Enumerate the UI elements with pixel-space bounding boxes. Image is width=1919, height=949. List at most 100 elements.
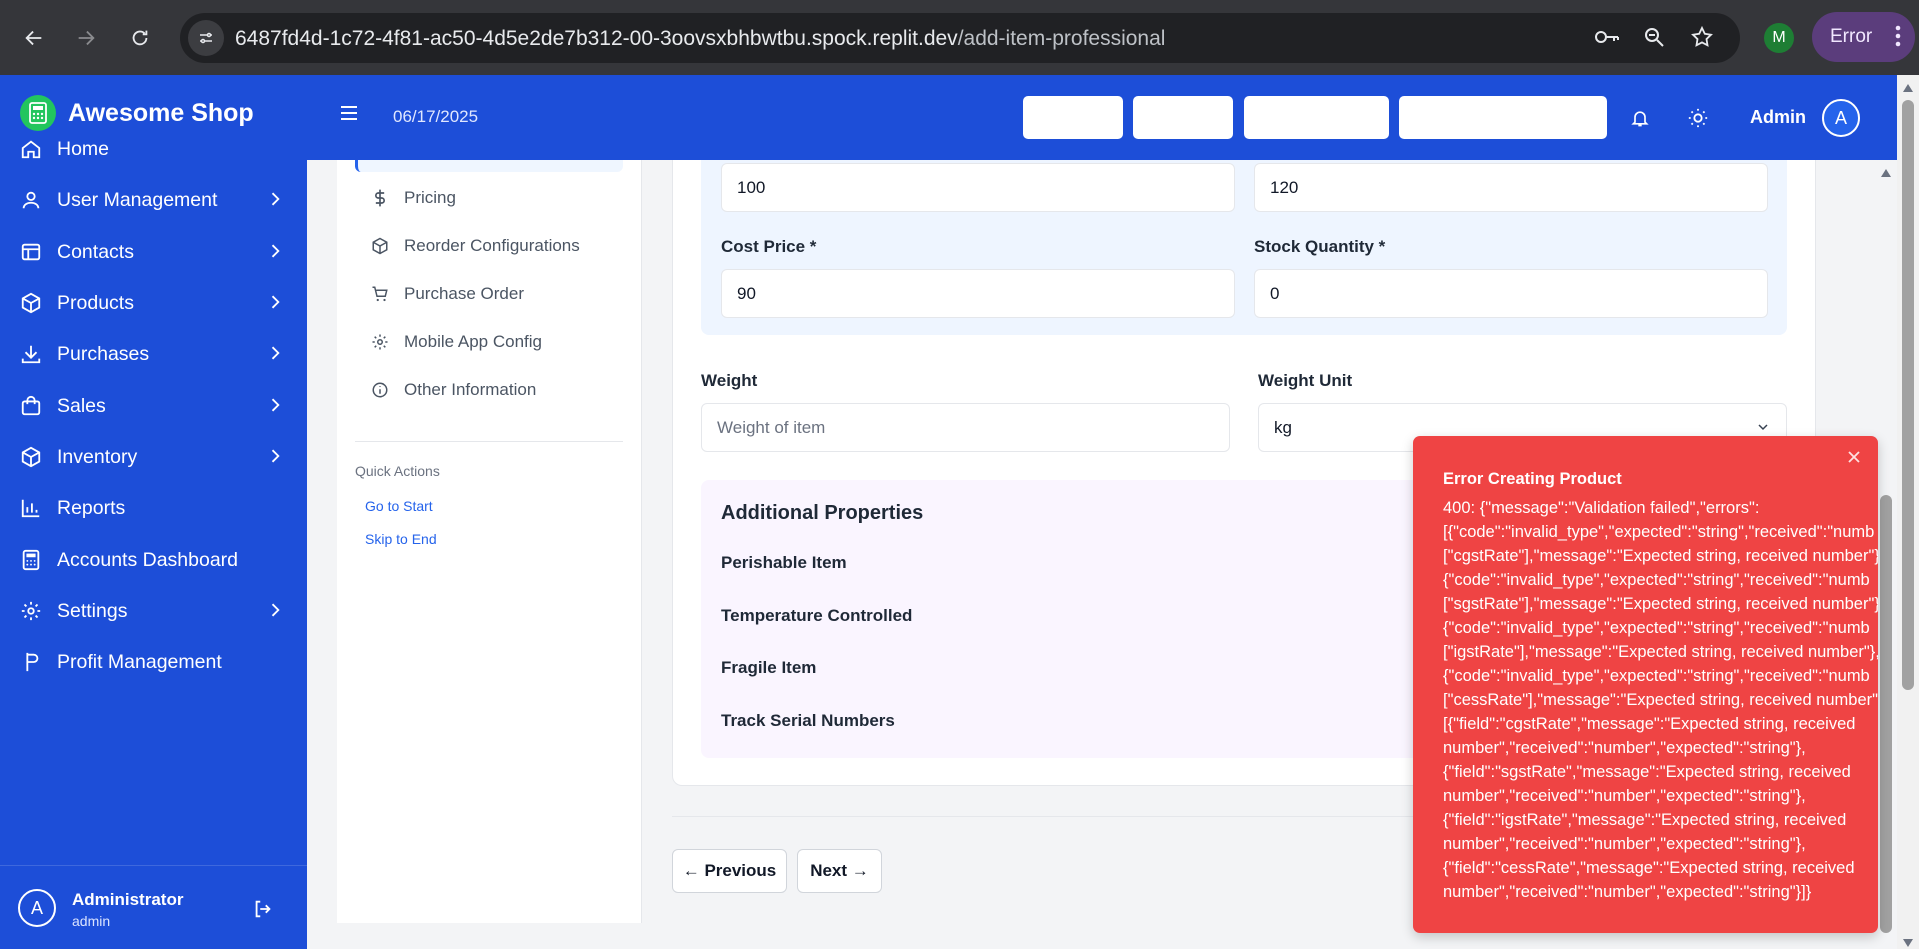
sidebar-item-user-management[interactable]: User Management [0, 178, 307, 222]
stock-quantity-input[interactable]: 0 [1254, 269, 1768, 318]
sidebar: Awesome Shop Home User Management Contac… [0, 75, 307, 949]
site-settings-icon[interactable] [188, 20, 224, 56]
scroll-up-arrow-icon[interactable] [1880, 165, 1892, 183]
scroll-down-arrow-icon[interactable] [1902, 935, 1914, 949]
info-icon [370, 381, 390, 399]
weight-unit-value: kg [1274, 417, 1292, 437]
sidebar-item-contacts[interactable]: Contacts [0, 230, 307, 274]
sidebar-item-products[interactable]: Products [0, 281, 307, 325]
box-icon [20, 292, 42, 314]
weight-label: Weight [701, 371, 758, 390]
sidebar-item-purchases[interactable]: Purchases [0, 332, 307, 376]
bar-chart-icon [20, 497, 42, 519]
sidebar-user-profile: A Administrator admin [0, 865, 307, 949]
key-icon[interactable] [1593, 25, 1621, 54]
logout-icon[interactable] [252, 898, 274, 925]
sidebar-item-inventory[interactable]: Inventory [0, 435, 307, 479]
brand-name: Awesome Shop [68, 98, 254, 127]
price-field-left[interactable]: 100 [721, 163, 1235, 212]
header-action-button-2[interactable] [1133, 96, 1233, 139]
sidebar-item-settings[interactable]: Settings [0, 589, 307, 633]
price-field-right[interactable]: 120 [1254, 163, 1768, 212]
calculator-logo-icon [20, 95, 56, 131]
weight-input[interactable]: Weight of item [701, 403, 1230, 452]
avatar[interactable]: A [1822, 99, 1860, 137]
sidebar-item-accounts-dashboard[interactable]: Accounts Dashboard [0, 538, 307, 582]
chevron-right-icon [265, 395, 285, 421]
gear-icon [20, 600, 42, 622]
browser-profile-avatar[interactable]: M [1764, 23, 1794, 53]
sidebar-item-label: Accounts Dashboard [57, 548, 239, 571]
error-label: Error [1830, 26, 1873, 47]
contacts-icon [20, 241, 42, 263]
sidebar-item-label: Reports [57, 496, 126, 519]
temperature-controlled-label: Temperature Controlled [721, 606, 913, 625]
zoom-icon[interactable] [1642, 25, 1666, 54]
url-host: 6487fd4d-1c72-4f81-ac50-4d5e2de7b312-00-… [235, 27, 958, 50]
sidebar-item-label: Inventory [57, 445, 138, 468]
header-action-button-1[interactable] [1023, 96, 1123, 139]
bell-icon[interactable] [1630, 107, 1650, 134]
header-date: 06/17/2025 [393, 107, 479, 126]
page-scrollbar-thumb[interactable] [1902, 100, 1914, 690]
sidebar-item-reports[interactable]: Reports [0, 486, 307, 530]
header-user-name: Admin [1750, 107, 1806, 127]
reload-icon[interactable] [122, 20, 158, 56]
step-mobile-app-config[interactable]: Mobile App Config [370, 332, 542, 352]
sidebar-item-label: Settings [57, 599, 128, 622]
chevron-right-icon [265, 189, 285, 215]
previous-button[interactable]: ← Previous [672, 849, 787, 893]
sidebar-item-label: User Management [57, 188, 218, 211]
sidebar-item-sales[interactable]: Sales [0, 384, 307, 428]
pin-icon [20, 651, 42, 673]
browser-error-button[interactable]: Error [1812, 12, 1915, 62]
additional-properties-title: Additional Properties [721, 502, 924, 524]
bookmark-star-icon[interactable] [1690, 25, 1714, 54]
error-toast: Error Creating Product 400: {"message":"… [1413, 436, 1878, 933]
hamburger-menu-icon[interactable] [340, 105, 358, 126]
scroll-up-arrow-icon[interactable] [1902, 80, 1914, 98]
forward-arrow-icon[interactable] [68, 20, 104, 56]
perishable-item-label: Perishable Item [721, 553, 847, 572]
sidebar-item-home[interactable]: Home [0, 127, 307, 171]
sidebar-item-profit-management[interactable]: Profit Management [0, 640, 307, 684]
sidebar-item-label: Purchases [57, 342, 150, 365]
step-other-information[interactable]: Other Information [370, 380, 536, 400]
step-reorder-configurations[interactable]: Reorder Configurations [370, 236, 580, 256]
close-icon[interactable] [1847, 450, 1861, 469]
user-name: Administrator [72, 890, 184, 909]
step-purchase-order[interactable]: Purchase Order [370, 284, 524, 304]
weight-unit-label: Weight Unit [1258, 371, 1353, 390]
step-label: Mobile App Config [404, 332, 542, 351]
header-action-button-3[interactable] [1244, 96, 1389, 139]
user-icon [20, 189, 42, 211]
sun-icon[interactable] [1687, 107, 1709, 134]
sidebar-item-label: Contacts [57, 240, 134, 263]
avatar[interactable]: A [18, 889, 56, 927]
address-bar[interactable]: 6487fd4d-1c72-4f81-ac50-4d5e2de7b312-00-… [180, 13, 1740, 63]
more-vertical-icon [1895, 24, 1901, 54]
step-pricing[interactable]: Pricing [370, 188, 456, 208]
back-arrow-icon[interactable] [16, 20, 52, 56]
sidebar-item-label: Sales [57, 394, 106, 417]
track-serial-numbers-label: Track Serial Numbers [721, 711, 895, 730]
next-button[interactable]: Next → [797, 849, 882, 893]
toast-message: 400: {"message":"Validation failed","err… [1443, 499, 1878, 901]
divider [355, 441, 623, 442]
step-label: Pricing [404, 188, 456, 207]
toast-title: Error Creating Product [1443, 470, 1622, 488]
content-scrollbar-thumb[interactable] [1880, 495, 1892, 933]
cart-icon [370, 285, 390, 303]
go-to-start-link[interactable]: Go to Start [365, 498, 433, 514]
user-role: admin [72, 913, 111, 929]
skip-to-end-link[interactable]: Skip to End [365, 531, 437, 547]
step-label: Purchase Order [404, 284, 524, 303]
shopping-bag-icon [20, 395, 42, 417]
brand[interactable]: Awesome Shop [20, 95, 254, 131]
chevron-right-icon [265, 343, 285, 369]
app-header: 06/17/2025 Admin A [307, 75, 1897, 160]
step-label: Other Information [404, 380, 537, 399]
header-action-button-4[interactable] [1399, 96, 1607, 139]
cost-price-input[interactable]: 90 [721, 269, 1235, 318]
chevron-right-icon [265, 446, 285, 472]
